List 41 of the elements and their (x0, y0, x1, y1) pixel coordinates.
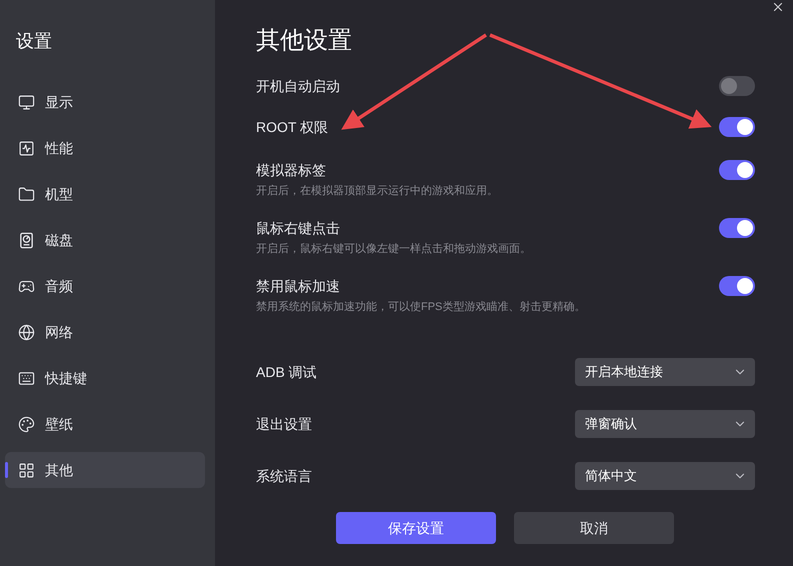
close-icon[interactable] (771, 0, 785, 14)
save-button[interactable]: 保存设置 (336, 512, 496, 544)
keyboard-icon (18, 370, 35, 386)
sidebar-item[interactable]: 网络 (5, 314, 205, 350)
sidebar-item[interactable]: 性能 (5, 130, 205, 166)
setting-label: ADB 调试 (256, 362, 317, 382)
toggle-switch[interactable] (719, 76, 755, 96)
sidebar-item[interactable]: 磁盘 (5, 222, 205, 258)
setting-label: ROOT 权限 (256, 118, 328, 137)
setting-label: 鼠标右键点击 (256, 219, 341, 238)
page-title: 其他设置 (256, 26, 353, 56)
setting-description: 开启后，在模拟器顶部显示运行中的游戏和应用。 (256, 184, 498, 199)
toggle-switch[interactable] (719, 117, 755, 137)
setting-label: 退出设置 (256, 414, 312, 434)
sidebar-item[interactable]: 壁纸 (5, 406, 205, 442)
monitor-icon (18, 94, 35, 110)
grid-icon (18, 462, 35, 478)
toggle-switch[interactable] (719, 276, 755, 296)
cancel-button[interactable]: 取消 (514, 512, 674, 544)
globe-icon (18, 324, 35, 340)
sidebar-item[interactable]: 音频 (5, 268, 205, 304)
sidebar-item[interactable]: 显示 (5, 84, 205, 120)
toggle-switch[interactable] (719, 218, 755, 238)
pulse-icon (18, 140, 35, 156)
setting-label: 禁用鼠标加速 (256, 277, 341, 296)
dropdown[interactable]: 开启本地连接 (575, 358, 755, 386)
setting-label: 模拟器标签 (256, 161, 327, 180)
toggle-switch[interactable] (719, 160, 755, 180)
setting-description: 禁用系统的鼠标加速功能，可以使FPS类型游戏瞄准、射击更精确。 (256, 300, 586, 315)
selection-indicator (5, 462, 8, 478)
sidebar-item[interactable]: 其他 (5, 452, 205, 488)
setting-label: 系统语言 (256, 466, 312, 486)
setting-description: 开启后，鼠标右键可以像左键一样点击和拖动游戏画面。 (256, 242, 531, 257)
sidebar-item[interactable]: 快捷键 (5, 360, 205, 396)
sidebar-item[interactable]: 机型 (5, 176, 205, 212)
dropdown[interactable]: 简体中文 (575, 462, 755, 490)
sidebar-title: 设置 (16, 30, 53, 53)
dropdown[interactable]: 弹窗确认 (575, 410, 755, 438)
setting-label: 开机自动启动 (256, 77, 340, 96)
folder-icon (18, 186, 35, 202)
palette-icon (18, 416, 35, 432)
